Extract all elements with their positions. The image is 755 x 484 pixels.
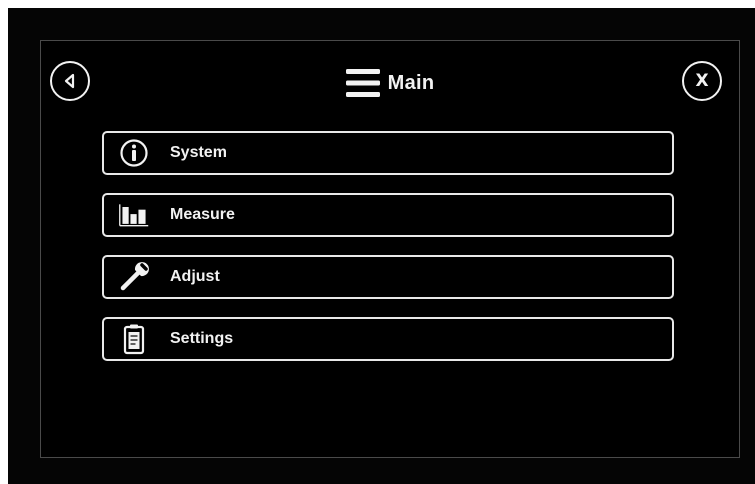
- page-title: Main: [387, 71, 435, 94]
- clipboard-icon: [118, 323, 150, 355]
- main-panel: Main X System Measure Adjust Settings: [40, 40, 740, 458]
- bar-chart-icon: [118, 199, 150, 231]
- hamburger-menu-icon: [345, 68, 380, 98]
- menu-item-label: Adjust: [170, 268, 220, 285]
- menu-item-label: Settings: [170, 330, 234, 347]
- close-icon: X: [695, 70, 709, 91]
- menu-item-measure[interactable]: Measure: [102, 193, 674, 237]
- menu-item-settings[interactable]: Settings: [102, 317, 674, 361]
- menu-item-label: Measure: [170, 206, 235, 223]
- close-button[interactable]: X: [682, 61, 722, 101]
- device-screen: Main X System Measure Adjust Settings: [8, 8, 755, 484]
- menu-item-system[interactable]: System: [102, 131, 674, 175]
- wrench-icon: [118, 261, 150, 293]
- info-icon: [118, 137, 150, 169]
- menu-item-adjust[interactable]: Adjust: [102, 255, 674, 299]
- page-header: Main: [41, 63, 739, 103]
- menu-item-label: System: [170, 144, 227, 161]
